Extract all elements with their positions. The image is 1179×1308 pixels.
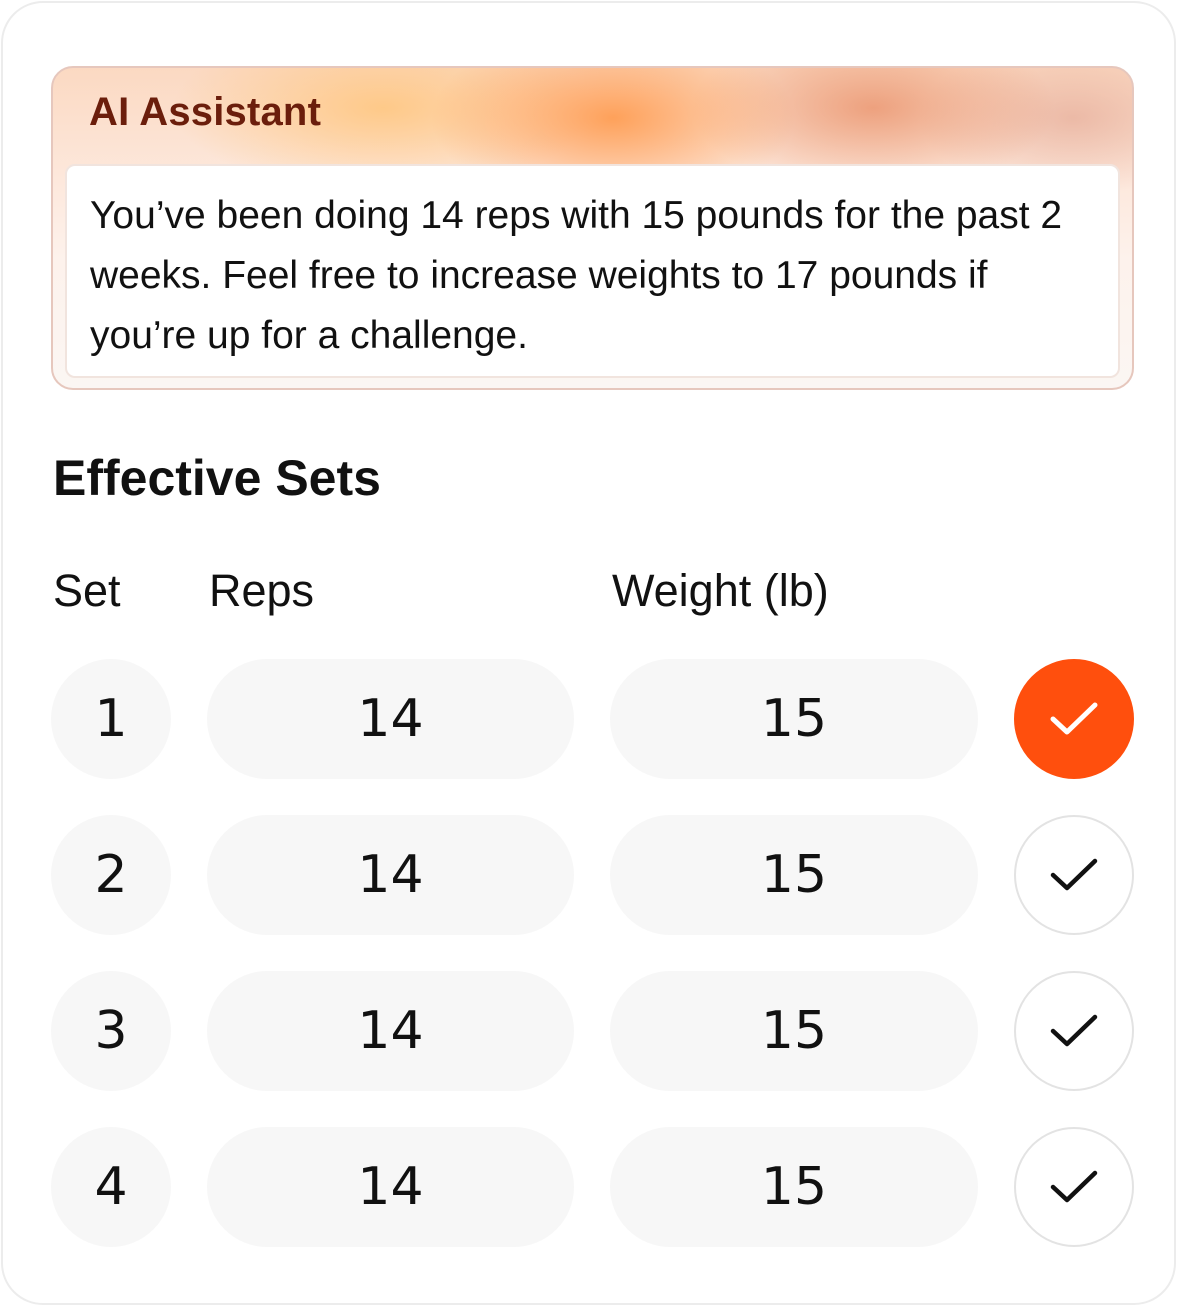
effective-sets-title: Effective Sets xyxy=(53,450,381,506)
checkmark-icon xyxy=(1050,702,1098,735)
ai-assistant-panel: AI Assistant You’ve been doing 14 reps w… xyxy=(51,66,1134,390)
reps-input[interactable]: 14 xyxy=(207,815,574,935)
column-header-weight: Weight (lb) xyxy=(612,565,829,616)
checkmark-icon xyxy=(1050,858,1098,891)
complete-set-button[interactable] xyxy=(1014,659,1134,779)
ai-message-container: You’ve been doing 14 reps with 15 pounds… xyxy=(65,164,1120,378)
set-number: 4 xyxy=(51,1127,171,1247)
weight-input[interactable]: 15 xyxy=(610,659,978,779)
complete-set-button[interactable] xyxy=(1014,815,1134,935)
ai-assistant-title: AI Assistant xyxy=(89,90,322,134)
weight-input[interactable]: 15 xyxy=(610,971,978,1091)
complete-set-button[interactable] xyxy=(1014,971,1134,1091)
reps-input[interactable]: 14 xyxy=(207,1127,574,1247)
complete-set-button[interactable] xyxy=(1014,1127,1134,1247)
weight-input[interactable]: 15 xyxy=(610,815,978,935)
workout-card: AI Assistant You’ve been doing 14 reps w… xyxy=(1,1,1176,1305)
column-header-set: Set xyxy=(53,565,121,616)
set-number: 1 xyxy=(51,659,171,779)
checkmark-icon xyxy=(1050,1170,1098,1203)
column-header-reps: Reps xyxy=(209,565,315,616)
reps-input[interactable]: 14 xyxy=(207,659,574,779)
weight-input[interactable]: 15 xyxy=(610,1127,978,1247)
reps-input[interactable]: 14 xyxy=(207,971,574,1091)
set-number: 2 xyxy=(51,815,171,935)
ai-message-text: You’ve been doing 14 reps with 15 pounds… xyxy=(90,194,1063,357)
checkmark-icon xyxy=(1050,1014,1098,1047)
set-number: 3 xyxy=(51,971,171,1091)
